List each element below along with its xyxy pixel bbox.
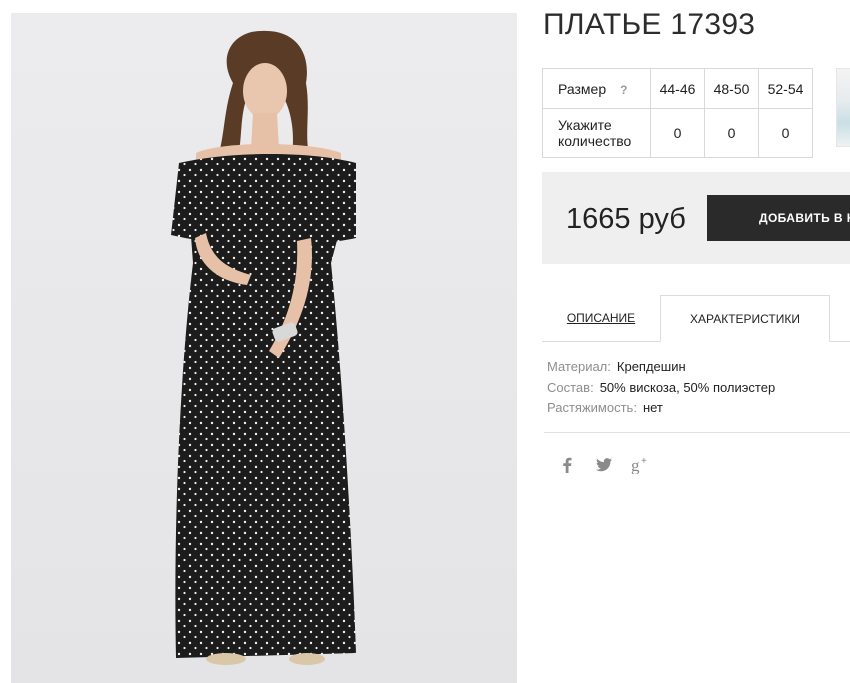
dress-illustration (11, 13, 517, 683)
size-help-icon[interactable]: ? (620, 83, 627, 97)
divider (544, 432, 850, 433)
quantity-input-52-54[interactable]: 0 (758, 108, 813, 158)
facebook-icon[interactable] (556, 454, 578, 476)
add-to-cart-button[interactable]: ДОБАВИТЬ В КОРЗИНУ (707, 195, 850, 241)
quantity-label-cell: Укажите количество (542, 108, 651, 158)
twitter-icon[interactable] (593, 454, 615, 476)
product-title: ПЛАТЬЕ 17393 (543, 8, 756, 41)
size-option-44-46: 44-46 (650, 68, 705, 109)
spec-stretch: Растяжимость: нет (547, 398, 775, 419)
tab-characteristics[interactable]: ХАРАКТЕРИСТИКИ (660, 295, 830, 342)
spec-material: Материал: Крепдешин (547, 357, 775, 378)
tab-description[interactable]: ОПИСАНИЕ (542, 295, 660, 341)
size-label-cell: Размер? (542, 68, 651, 109)
size-row: Размер? 44-46 48-50 52-54 (542, 68, 813, 109)
buy-box: 1665 руб ДОБАВИТЬ В КОРЗИНУ (542, 172, 850, 264)
quantity-input-44-46[interactable]: 0 (650, 108, 705, 158)
svg-text:g: g (631, 456, 640, 474)
spec-key: Материал: (547, 359, 611, 374)
spec-value: Крепдешин (616, 359, 686, 374)
quantity-input-48-50[interactable]: 0 (704, 108, 759, 158)
characteristics-list: Материал: Крепдешин Состав: 50% вискоза, 5… (547, 357, 775, 419)
product-thumbnail[interactable] (836, 68, 850, 147)
size-label: Размер (558, 80, 607, 97)
add-to-cart-label: ДОБАВИТЬ В КОРЗИНУ (759, 211, 850, 225)
quantity-label-line1: Укажите (558, 117, 612, 133)
size-option-48-50: 48-50 (704, 68, 759, 109)
spec-key: Растяжимость: (547, 400, 637, 415)
spec-composition: Состав: 50% вискоза, 50% полиэстер (547, 378, 775, 399)
spec-value: нет (642, 400, 663, 415)
product-tabs: ОПИСАНИЕ ХАРАКТЕРИСТИКИ (542, 295, 850, 342)
product-price: 1665 руб (566, 203, 686, 235)
share-bar: g + (556, 454, 667, 476)
size-table: Размер? 44-46 48-50 52-54 Укажите количе… (542, 68, 813, 158)
quantity-label-line2: количество (558, 133, 632, 149)
spec-value: 50% вискоза, 50% полиэстер (599, 379, 776, 395)
product-photo[interactable] (11, 13, 517, 683)
quantity-row: Укажите количество 0 0 0 (542, 108, 813, 158)
svg-text:+: + (641, 456, 647, 467)
spec-key: Состав: (547, 379, 594, 395)
google-plus-icon[interactable]: g + (630, 454, 652, 476)
size-option-52-54: 52-54 (758, 68, 813, 109)
